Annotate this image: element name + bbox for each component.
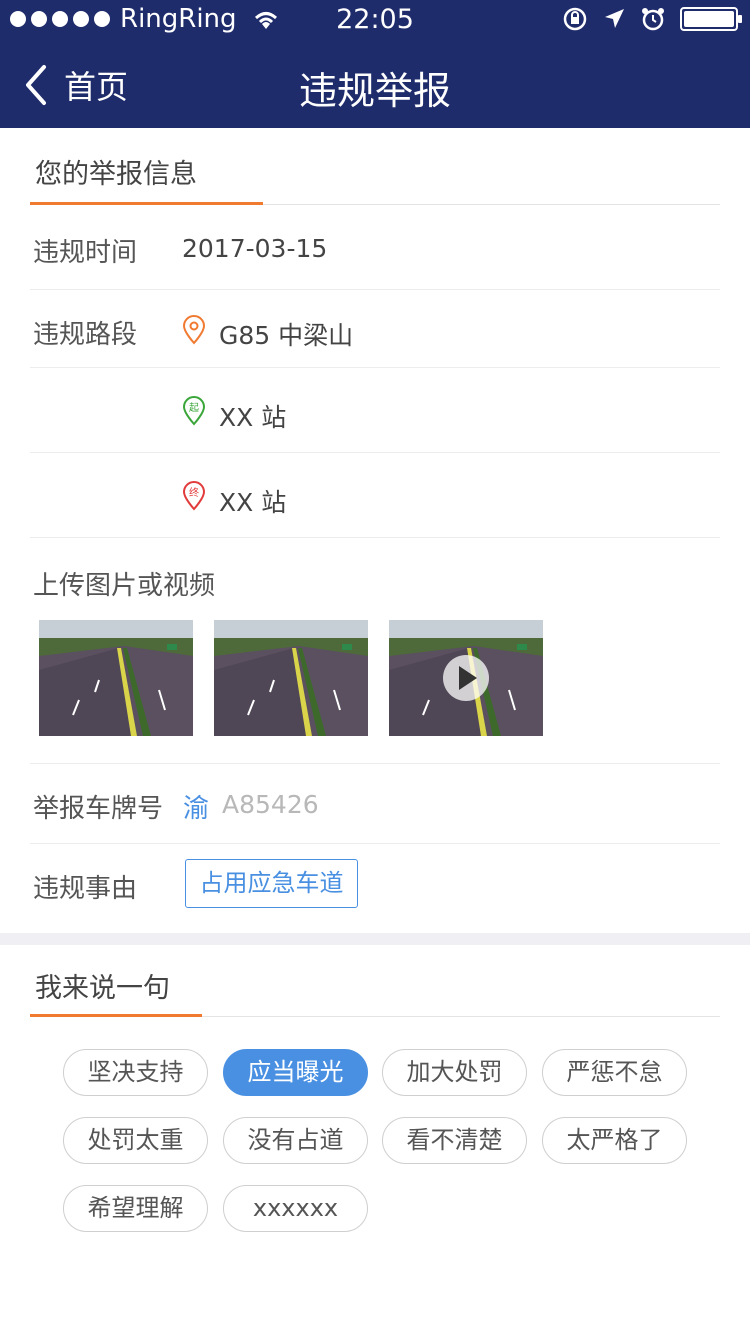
- highway-photo-image: [214, 620, 368, 736]
- location-pin-icon: [182, 315, 206, 345]
- highway-photo-image: [39, 620, 193, 736]
- rotation-lock-icon: [563, 7, 587, 31]
- location-arrow-icon: [605, 9, 624, 28]
- highway-video-image: [389, 620, 543, 736]
- reason-row: 违规事由: [30, 844, 720, 933]
- chip-not-occupying[interactable]: 没有占道: [223, 1117, 368, 1164]
- comment-title: 我来说一句: [35, 973, 170, 1004]
- violation-time-label: 违规时间: [33, 238, 138, 268]
- comment-header: 我来说一句: [30, 945, 720, 1017]
- plate-number: A85426: [222, 790, 319, 819]
- violation-road-row: 违规路段 G85 中梁山: [30, 290, 720, 368]
- nav-bar: 首页 违规举报: [0, 40, 750, 128]
- chip-firm-support[interactable]: 坚决支持: [63, 1049, 208, 1096]
- chip-unclear[interactable]: 看不清楚: [382, 1117, 527, 1164]
- violation-road-label: 违规路段: [33, 320, 138, 350]
- media-thumbnail-3[interactable]: [389, 620, 543, 736]
- chip-hope-understand[interactable]: 希望理解: [63, 1185, 208, 1232]
- report-info-header: 您的举报信息: [30, 128, 720, 205]
- end-pin-icon: 终: [182, 481, 206, 511]
- end-station-value: XX 站: [219, 488, 287, 517]
- chip-penalty-too-heavy[interactable]: 处罚太重: [63, 1117, 208, 1164]
- end-station-row: 终 XX 站: [30, 453, 720, 538]
- start-marker-text: 起: [189, 402, 199, 414]
- play-icon: [443, 655, 489, 701]
- status-right: [562, 6, 742, 32]
- plate-province: 渝: [183, 794, 210, 824]
- battery-icon: [680, 7, 742, 31]
- media-thumbnail-1[interactable]: [39, 620, 193, 736]
- chip-too-strict[interactable]: 太严格了: [542, 1117, 687, 1164]
- violation-time-value: 2017-03-15: [182, 234, 328, 263]
- chip-punish-severely[interactable]: 严惩不怠: [542, 1049, 687, 1096]
- violation-road-value: G85 中梁山: [219, 321, 354, 350]
- violation-time-row: 违规时间 2017-03-15: [30, 205, 720, 290]
- chip-should-expose[interactable]: 应当曝光: [223, 1049, 368, 1096]
- section-underline: [30, 1014, 202, 1017]
- reason-label: 违规事由: [33, 874, 138, 904]
- section-divider: [0, 933, 750, 945]
- plate-row: 举报车牌号: [30, 763, 720, 844]
- chip-custom[interactable]: xxxxxx: [223, 1185, 368, 1232]
- start-station-row: 起 XX 站: [30, 368, 720, 453]
- end-marker-text: 终: [189, 486, 199, 499]
- start-station-value: XX 站: [219, 403, 287, 432]
- plate-label: 举报车牌号: [33, 794, 164, 824]
- status-bar: RingRing 22:05: [0, 0, 750, 40]
- media-thumbnail-2[interactable]: [214, 620, 368, 736]
- reason-tag: 占用应急车道: [185, 859, 358, 908]
- upload-title: 上传图片或视频: [33, 571, 216, 601]
- start-pin-icon: 起: [182, 396, 206, 426]
- chip-increase-penalty[interactable]: 加大处罚: [382, 1049, 527, 1096]
- report-info-title: 您的举报信息: [35, 159, 197, 190]
- page-title: 违规举报: [298, 69, 451, 113]
- alarm-icon: [642, 8, 664, 31]
